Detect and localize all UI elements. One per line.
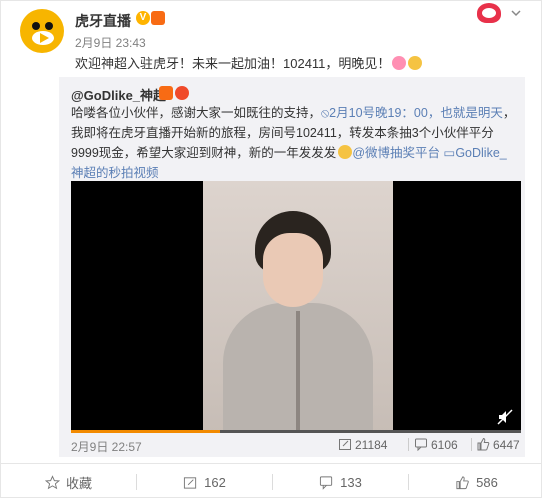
thumbs-up-icon [477,437,490,451]
like-count-label: 6447 [493,438,520,452]
favorite-button[interactable]: 收藏 [1,464,136,498]
post-text: 欢迎神超入驻虎牙！未来一起加油！102411，明晚见！ [75,53,423,72]
repost-author[interactable]: @GoDlike_神超 [71,85,166,104]
comment-button-label: 133 [340,474,362,490]
chevron-down-icon[interactable] [510,7,522,19]
avatar-eye [45,22,53,30]
repost-count-label: 21184 [355,438,388,452]
divider [408,438,409,451]
comment-icon [415,438,427,452]
thumbs-up-icon [456,475,469,489]
avatar[interactable] [20,9,64,53]
play-icon [40,33,49,43]
repost-button[interactable]: 162 [137,464,272,498]
divider [471,438,472,451]
repost-box: @GoDlike_神超 哈喽各位小伙伴，感谢大家一如既往的支持，⦸2月10号晚1… [59,77,525,457]
schedule-link[interactable]: ⦸2月10号晚19：00，也就是明天 [321,106,503,120]
action-bar: 收藏 162 133 586 [1,463,542,498]
comment-count-label: 6106 [431,438,458,452]
vip-badge-icon [159,86,173,100]
weibo-card: 虎牙直播 V 2月9日 23:43 欢迎神超入驻虎牙！未来一起加油！102411… [0,0,542,498]
repost-time[interactable]: 2月9日 22:57 [71,438,142,455]
mute-icon[interactable] [497,409,513,425]
repost-icon [339,439,351,450]
avatar-eye [32,22,40,30]
video-progress-bar [71,430,220,433]
laugh-emoji-icon [338,145,353,159]
repost-count[interactable]: 21184 [338,437,387,452]
fire-icon [175,86,189,100]
repost-text: 哈喽各位小伙伴，感谢大家一如既往的支持，⦸2月10号晚19：00，也就是明天，我… [71,103,516,183]
vip-badge-icon [151,11,165,25]
favorite-label: 收藏 [65,475,92,491]
like-button-label: 586 [476,474,498,490]
post-time[interactable]: 2月9日 23:43 [75,34,146,51]
video-frame [203,181,393,433]
comment-icon [320,475,333,490]
author-name[interactable]: 虎牙直播 [75,11,131,31]
repost-button-label: 162 [204,474,226,490]
smile-emoji-icon [408,56,423,70]
schedule-link-label: 2月10号晚19：00，也就是明天 [329,106,503,120]
comment-button[interactable]: 133 [273,464,408,498]
comment-count[interactable]: 6106 [414,437,458,452]
post-text-content: 欢迎神超入驻虎牙！未来一起加油！102411，明晚见！ [75,56,391,71]
like-button[interactable]: 586 [409,464,542,498]
mascot-icon [475,1,503,23]
lottery-platform-link[interactable]: @微博抽奖平台 [352,146,440,160]
star-icon [44,474,60,489]
repost-icon [184,476,197,489]
repost-text-part: 哈喽各位小伙伴，感谢大家一如既往的支持， [71,106,322,120]
like-count[interactable]: 6447 [476,437,520,452]
verified-icon: V [136,11,150,25]
video-player[interactable] [71,181,521,433]
heart-emoji-icon [392,56,407,70]
